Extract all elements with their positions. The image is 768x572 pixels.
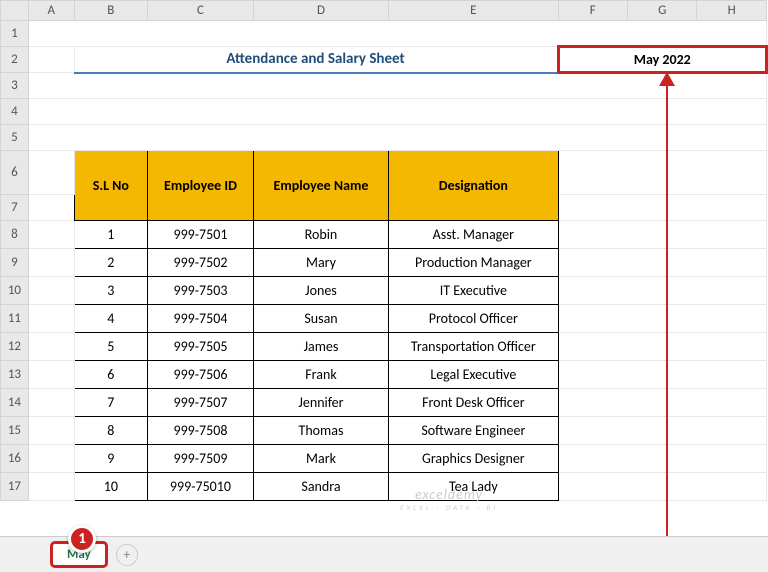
sheet-title[interactable]: Attendance and Salary Sheet [74, 47, 558, 73]
date-cell[interactable]: May 2022 [558, 47, 767, 73]
arrow-head-icon [659, 72, 675, 86]
col-header-D[interactable]: D [253, 1, 388, 21]
new-sheet-button[interactable]: + [116, 544, 138, 566]
table-row: 169999-7509MarkGraphics Designer [1, 445, 767, 473]
row-header-13[interactable]: 13 [1, 361, 29, 389]
row-header-2[interactable]: 2 [1, 47, 29, 73]
watermark: exceldemy EXCEL · DATA · BI [400, 486, 498, 512]
row-header-15[interactable]: 15 [1, 417, 29, 445]
row-header-9[interactable]: 9 [1, 249, 29, 277]
table-row: 136999-7506FrankLegal Executive [1, 361, 767, 389]
cell[interactable] [28, 21, 766, 47]
sheet-tab-bar: May + [0, 536, 768, 572]
row-header-4[interactable]: 4 [1, 99, 29, 125]
spreadsheet-grid: A B C D E F G H 1 2 Attendance and Salar… [0, 0, 768, 501]
cell[interactable] [558, 195, 767, 221]
col-header-H[interactable]: H [697, 1, 767, 21]
table-row: 125999-7505JamesTransportation Officer [1, 333, 767, 361]
column-header-row: A B C D E F G H [1, 1, 767, 21]
row-header-14[interactable]: 14 [1, 389, 29, 417]
row-header-7[interactable]: 7 [1, 195, 29, 221]
header-sl[interactable]: S.L No [74, 151, 148, 221]
table-row: 147999-7507JenniferFront Desk Officer [1, 389, 767, 417]
cell[interactable] [28, 47, 74, 73]
header-empid[interactable]: Employee ID [148, 151, 254, 221]
table-row: 103999-7503JonesIT Executive [1, 277, 767, 305]
table-row: 81999-7501RobinAsst. Manager [1, 221, 767, 249]
row-header-17[interactable]: 17 [1, 473, 29, 501]
table-row: 92999-7502MaryProduction Manager [1, 249, 767, 277]
col-header-C[interactable]: C [148, 1, 254, 21]
col-header-B[interactable]: B [74, 1, 148, 21]
table-row: 158999-7508ThomasSoftware Engineer [1, 417, 767, 445]
row-header-10[interactable]: 10 [1, 277, 29, 305]
col-header-A[interactable]: A [28, 1, 74, 21]
table-row: 1710999-75010SandraTea Lady [1, 473, 767, 501]
row-header-6[interactable]: 6 [1, 151, 29, 195]
row-header-8[interactable]: 8 [1, 221, 29, 249]
row-header-16[interactable]: 16 [1, 445, 29, 473]
cell[interactable] [28, 195, 74, 221]
header-desig[interactable]: Designation [389, 151, 558, 221]
table-row: 114999-7504SusanProtocol Officer [1, 305, 767, 333]
row-header-3[interactable]: 3 [1, 73, 29, 99]
cell[interactable] [28, 151, 74, 195]
annotation-arrow [666, 84, 669, 540]
col-header-F[interactable]: F [558, 1, 627, 21]
row-header-11[interactable]: 11 [1, 305, 29, 333]
cell[interactable] [558, 151, 767, 195]
row-header-5[interactable]: 5 [1, 125, 29, 151]
step-badge: 1 [68, 525, 96, 553]
col-header-G[interactable]: G [627, 1, 696, 21]
cell[interactable] [28, 125, 766, 151]
cell[interactable] [28, 73, 766, 99]
cell[interactable] [28, 99, 766, 125]
select-all-cell[interactable] [1, 1, 29, 21]
row-header-12[interactable]: 12 [1, 333, 29, 361]
row-header-1[interactable]: 1 [1, 21, 29, 47]
col-header-E[interactable]: E [389, 1, 558, 21]
header-name[interactable]: Employee Name [253, 151, 388, 221]
